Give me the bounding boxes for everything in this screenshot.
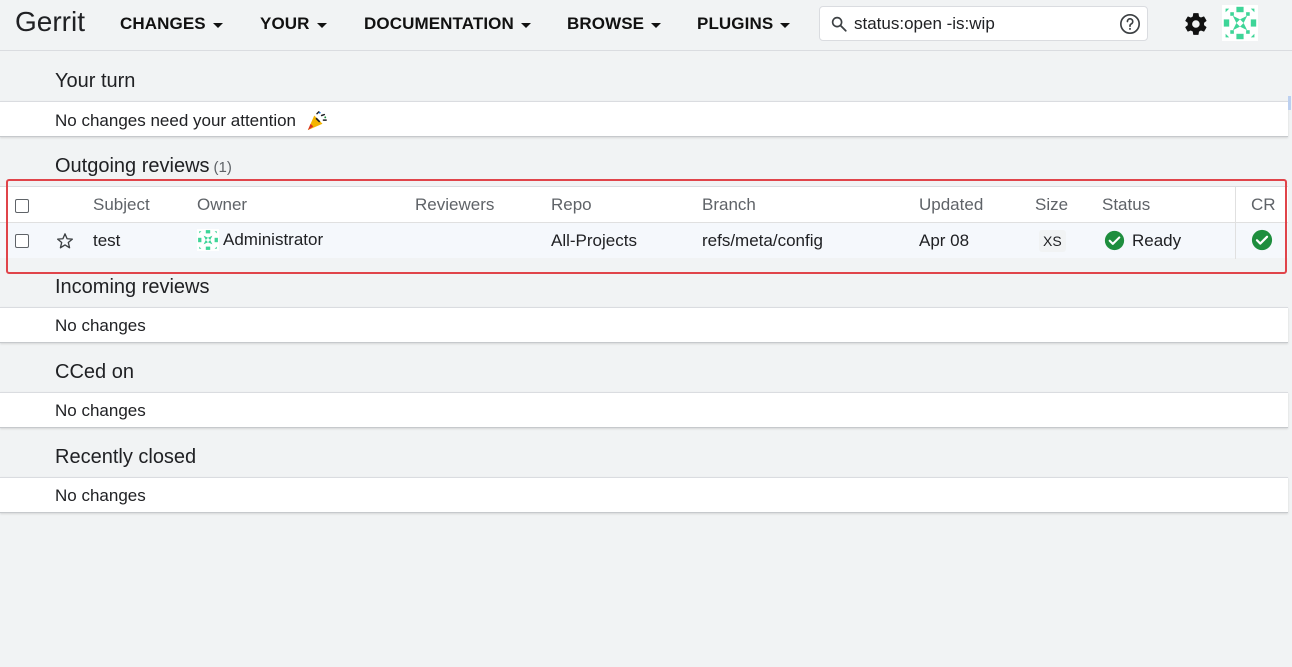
- section-outgoing-title-text: Outgoing reviews: [55, 155, 210, 177]
- search-box[interactable]: [819, 6, 1148, 41]
- help-icon[interactable]: [1119, 13, 1141, 35]
- gerrit-logo[interactable]: Gerrit: [15, 6, 85, 38]
- column-divider: [1235, 187, 1236, 259]
- nav-browse-menu[interactable]: BROWSE: [567, 14, 662, 34]
- section-closed-title-text: Recently closed: [55, 446, 197, 468]
- chevron-down-icon: [316, 22, 327, 28]
- search-input[interactable]: [854, 11, 1104, 37]
- col-branch: Branch: [702, 195, 756, 214]
- row-size-badge: XS: [1039, 230, 1066, 252]
- nav-changes-menu[interactable]: CHANGES: [120, 14, 223, 34]
- section-your-turn-title: Your turn: [55, 70, 135, 93]
- code-review-approved-icon[interactable]: [1251, 229, 1273, 251]
- section-incoming-title-text: Incoming reviews: [55, 276, 210, 298]
- gear-icon[interactable]: [1183, 11, 1209, 37]
- star-icon[interactable]: [56, 232, 74, 250]
- row-branch-link[interactable]: refs/meta/config: [702, 231, 823, 251]
- row-owner[interactable]: Administrator: [197, 229, 323, 251]
- section-cced-title-text: CCed on: [55, 361, 134, 383]
- section-cced-body: No changes: [0, 392, 1288, 428]
- col-updated: Updated: [919, 195, 984, 214]
- chevron-down-icon: [520, 22, 531, 28]
- section-cced-title: CCed on: [55, 361, 134, 384]
- row-subject-link[interactable]: test: [93, 231, 120, 251]
- row-status-text: Ready: [1132, 230, 1182, 250]
- search-icon: [831, 16, 847, 32]
- col-subject: Subject: [93, 195, 150, 214]
- row-updated: Apr 08: [919, 231, 970, 250]
- nav-plugins-menu[interactable]: PLUGINS: [697, 14, 791, 34]
- nav-browse-label: BROWSE: [567, 14, 645, 33]
- section-incoming-title: Incoming reviews: [55, 276, 210, 299]
- row-owner-name: Administrator: [223, 230, 324, 249]
- row-select-checkbox[interactable]: [15, 234, 29, 248]
- row-repo-link[interactable]: All-Projects: [551, 231, 637, 251]
- user-avatar-icon[interactable]: [1222, 5, 1258, 41]
- nav-your-menu[interactable]: YOUR: [260, 14, 327, 34]
- section-incoming-body: No changes: [0, 307, 1288, 343]
- cced-message: No changes: [55, 401, 146, 420]
- scrollbar-marker: [1288, 96, 1291, 110]
- table-row[interactable]: test Administrator All-Projects refs/met…: [0, 223, 1288, 258]
- outgoing-count: (1): [213, 159, 232, 176]
- section-your-turn-title-text: Your turn: [55, 70, 136, 92]
- your-turn-message: No changes need your attention: [55, 110, 328, 132]
- col-reviewers: Reviewers: [415, 195, 495, 214]
- col-status: Status: [1102, 195, 1151, 214]
- col-owner: Owner: [197, 195, 248, 214]
- col-repo: Repo: [551, 195, 592, 214]
- nav-plugins-label: PLUGINS: [697, 14, 774, 33]
- table-header-row: Subject Owner Reviewers Repo Branch Upda…: [0, 187, 1288, 223]
- col-size: Size: [1035, 195, 1069, 214]
- check-circle-icon: [1104, 230, 1125, 251]
- your-turn-message-text: No changes need your attention: [55, 111, 297, 130]
- chevron-down-icon: [651, 22, 662, 28]
- row-status: Ready: [1104, 230, 1181, 251]
- nav-documentation-label: DOCUMENTATION: [364, 14, 514, 33]
- nav-your-label: YOUR: [260, 14, 310, 33]
- section-your-turn-body: No changes need your attention: [0, 101, 1288, 137]
- outgoing-changes-table: Subject Owner Reviewers Repo Branch Upda…: [0, 186, 1288, 259]
- nav-documentation-menu[interactable]: DOCUMENTATION: [364, 14, 531, 34]
- party-popper-icon: [307, 111, 327, 131]
- closed-message: No changes: [55, 486, 146, 505]
- chevron-down-icon: [212, 22, 223, 28]
- select-all-checkbox[interactable]: [15, 199, 29, 213]
- section-closed-body: No changes: [0, 477, 1288, 513]
- col-cr: CR: [1251, 195, 1276, 214]
- section-outgoing-title: Outgoing reviews (1): [55, 155, 232, 178]
- incoming-message: No changes: [55, 316, 146, 335]
- owner-avatar-icon: [197, 229, 219, 251]
- section-closed-title: Recently closed: [55, 446, 196, 469]
- top-header: Gerrit CHANGES YOUR DOCUMENTATION BROWSE…: [0, 0, 1292, 51]
- chevron-down-icon: [780, 22, 791, 28]
- nav-changes-label: CHANGES: [120, 14, 206, 33]
